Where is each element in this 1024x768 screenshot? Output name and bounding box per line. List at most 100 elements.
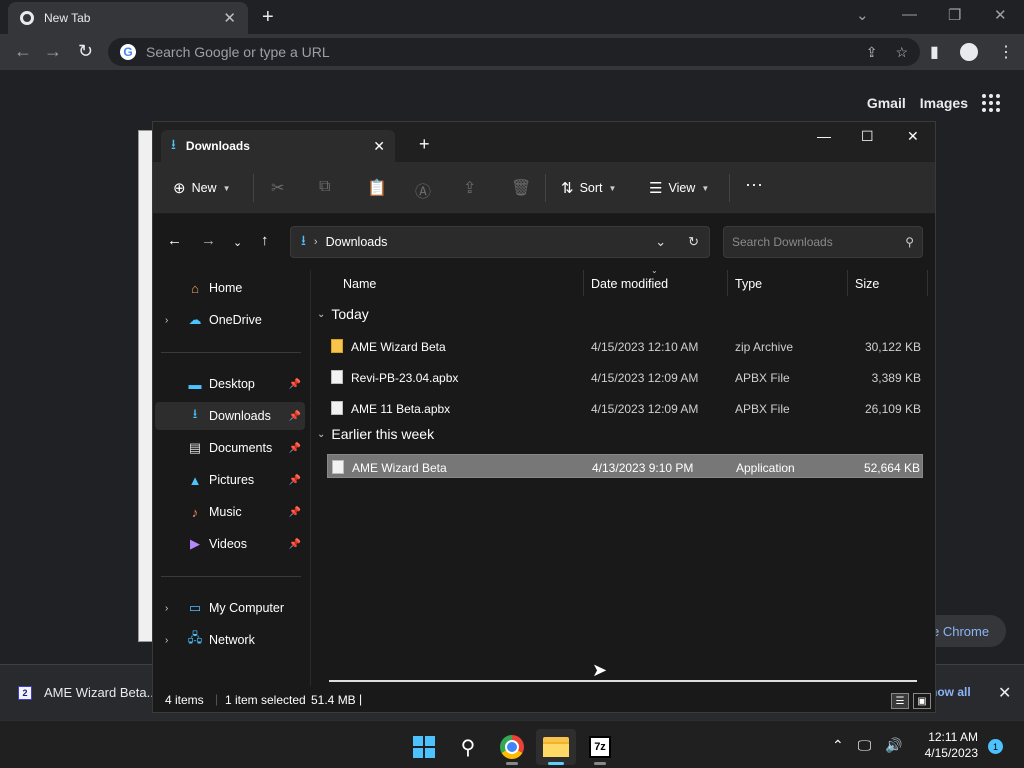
group-header-today[interactable]: ⌄ Today — [317, 306, 369, 322]
table-row[interactable]: AME Wizard Beta 4/13/2023 9:10 PM Applicat… — [327, 454, 923, 478]
pin-icon[interactable]: 📌 — [289, 507, 301, 518]
breadcrumb-downloads[interactable]: Downloads — [326, 235, 388, 249]
chrome-menu-icon[interactable]: ⋮ — [998, 42, 1014, 62]
pin-icon[interactable]: 📌 — [289, 475, 301, 486]
view-button[interactable]: ☰ View ▼ — [649, 179, 709, 197]
sidebar-item-videos[interactable]: ▶ Videos 📌 — [155, 530, 305, 558]
address-bar[interactable]: ⭳ › Downloads ⌄ ↻ — [290, 226, 710, 258]
table-row[interactable]: AME 11 Beta.apbx 4/15/2023 12:09 AM APBX F… — [327, 396, 923, 420]
up-arrow-icon[interactable]: ↑ — [261, 232, 269, 249]
download-item[interactable]: 2 AME Wizard Beta... — [18, 685, 157, 700]
close-tab-icon[interactable]: ✕ — [223, 9, 236, 27]
profile-avatar-icon[interactable] — [960, 43, 978, 61]
horizontal-scrollbar[interactable] — [329, 680, 917, 682]
refresh-icon[interactable]: ↻ — [688, 234, 699, 250]
sidebar-item-my-computer[interactable]: › ▭ My Computer — [155, 594, 305, 622]
more-options-icon[interactable]: ··· — [745, 174, 763, 195]
sort-button[interactable]: ⇅ Sort ▼ — [561, 179, 616, 197]
back-arrow-icon[interactable]: ← — [14, 42, 32, 60]
pin-icon[interactable]: 📌 — [289, 411, 301, 422]
rename-icon[interactable]: Ⓐ — [415, 178, 431, 202]
chrome-tab-new-tab[interactable]: New Tab ✕ — [8, 2, 248, 34]
taskbar-file-explorer[interactable] — [536, 729, 576, 765]
sidebar-item-pictures[interactable]: ▲ Pictures 📌 — [155, 466, 305, 494]
taskbar-7zip[interactable]: 7z — [580, 729, 620, 765]
notification-badge[interactable]: 1 — [988, 739, 1003, 754]
chrome-logo-icon — [500, 735, 524, 759]
chevron-down-icon[interactable]: ⌄ — [655, 234, 666, 250]
search-button[interactable]: ⚲ — [448, 729, 488, 765]
file-explorer-window: ⭳ Downloads ✕ + — ☐ ✕ ⊕ New ▼ ✂ ⧉ 📋 Ⓐ ⇪ … — [152, 121, 936, 713]
group-header-earlier-this-week[interactable]: ⌄ Earlier this week — [317, 426, 434, 442]
details-view-icon[interactable]: ☰ — [891, 693, 909, 709]
side-panel-icon[interactable]: ▮ — [930, 42, 939, 62]
chevron-right-icon[interactable]: › — [165, 635, 179, 646]
show-all-downloads-link[interactable]: how all — [930, 685, 971, 699]
gmail-link[interactable]: Gmail — [867, 95, 906, 111]
minimize-icon[interactable]: — — [817, 128, 831, 144]
restore-icon[interactable]: ❐ — [948, 6, 961, 24]
minimize-icon[interactable]: — — [902, 6, 917, 23]
network-icon[interactable]: 🖵 — [858, 737, 872, 754]
close-tab-icon[interactable]: ✕ — [373, 138, 385, 155]
google-apps-icon[interactable] — [982, 94, 1000, 112]
sidebar-item-music[interactable]: ♪ Music 📌 — [155, 498, 305, 526]
sidebar-item-home[interactable]: ⌂ Home — [155, 274, 305, 302]
column-header-type[interactable]: Type — [735, 277, 762, 291]
sidebar-item-downloads[interactable]: ⭳ Downloads 📌 — [155, 402, 305, 430]
search-icon: ⚲ — [905, 235, 914, 249]
zip-archive-icon — [331, 339, 343, 353]
back-arrow-icon[interactable]: ← — [167, 232, 182, 249]
close-download-bar-icon[interactable]: ✕ — [998, 683, 1011, 703]
taskbar-chrome[interactable] — [492, 729, 532, 765]
column-divider[interactable] — [727, 270, 728, 296]
preview-view-icon[interactable]: ▣ — [913, 693, 931, 709]
file-date: 4/15/2023 12:10 AM — [591, 340, 699, 354]
explorer-tab-downloads[interactable]: ⭳ Downloads ✕ — [161, 130, 395, 162]
column-divider[interactable] — [847, 270, 848, 296]
clock[interactable]: 12:11 AM 4/15/2023 — [920, 729, 978, 761]
column-header-name[interactable]: Name — [343, 277, 376, 291]
chevron-right-icon[interactable]: › — [165, 315, 179, 326]
delete-icon[interactable]: 🗑 — [511, 178, 531, 198]
column-header-date[interactable]: Date modified — [591, 277, 668, 291]
column-divider[interactable] — [583, 270, 584, 296]
copy-icon[interactable]: ⧉ — [319, 178, 330, 196]
new-tab-button[interactable]: + — [419, 135, 430, 153]
volume-icon[interactable]: 🔊 — [885, 737, 902, 754]
file-size: 3,389 KB — [871, 371, 921, 385]
sidebar-item-documents[interactable]: ▤ Documents 📌 — [155, 434, 305, 462]
omnibox[interactable]: G Search Google or type a URL ⇪ ☆ — [108, 38, 920, 66]
close-window-icon[interactable]: ✕ — [994, 6, 1007, 24]
bookmark-star-icon[interactable]: ☆ — [895, 44, 908, 61]
recent-locations-icon[interactable]: ⌄ — [233, 236, 242, 249]
search-box[interactable]: Search Downloads ⚲ — [723, 226, 923, 258]
pin-icon[interactable]: 📌 — [289, 443, 301, 454]
column-divider[interactable] — [927, 270, 928, 296]
sidebar-item-onedrive[interactable]: › ☁ OneDrive — [155, 306, 305, 334]
tab-search-icon[interactable]: ⌄ — [856, 6, 869, 24]
cut-icon[interactable]: ✂ — [271, 178, 284, 198]
share-icon[interactable]: ⇪ — [866, 44, 878, 61]
share-icon[interactable]: ⇪ — [463, 178, 476, 198]
pin-icon[interactable]: 📌 — [289, 379, 301, 390]
table-row[interactable]: Revi-PB-23.04.apbx 4/15/2023 12:09 AM APBX… — [327, 365, 923, 389]
sidebar-item-network[interactable]: › 🖧 Network — [155, 626, 305, 654]
chevron-right-icon[interactable]: › — [165, 603, 179, 614]
maximize-icon[interactable]: ☐ — [861, 128, 874, 145]
new-tab-button[interactable]: + — [262, 7, 274, 27]
images-link[interactable]: Images — [920, 95, 968, 111]
new-button[interactable]: ⊕ New ▼ — [173, 179, 231, 197]
start-button[interactable] — [404, 729, 444, 765]
column-header-size[interactable]: Size — [855, 277, 879, 291]
forward-arrow-icon[interactable]: → — [44, 42, 62, 60]
paste-icon[interactable]: 📋 — [367, 178, 387, 198]
pin-icon[interactable]: 📌 — [289, 539, 301, 550]
table-row[interactable]: AME Wizard Beta 4/15/2023 12:10 AM zip Arc… — [327, 334, 923, 358]
reload-icon[interactable]: ↻ — [78, 42, 93, 60]
close-window-icon[interactable]: ✕ — [907, 128, 919, 145]
forward-arrow-icon[interactable]: → — [201, 232, 216, 249]
download-file-name: AME Wizard Beta... — [44, 685, 158, 700]
chevron-up-icon[interactable]: ⌃ — [832, 737, 844, 754]
sidebar-item-desktop[interactable]: ▬ Desktop 📌 — [155, 370, 305, 398]
